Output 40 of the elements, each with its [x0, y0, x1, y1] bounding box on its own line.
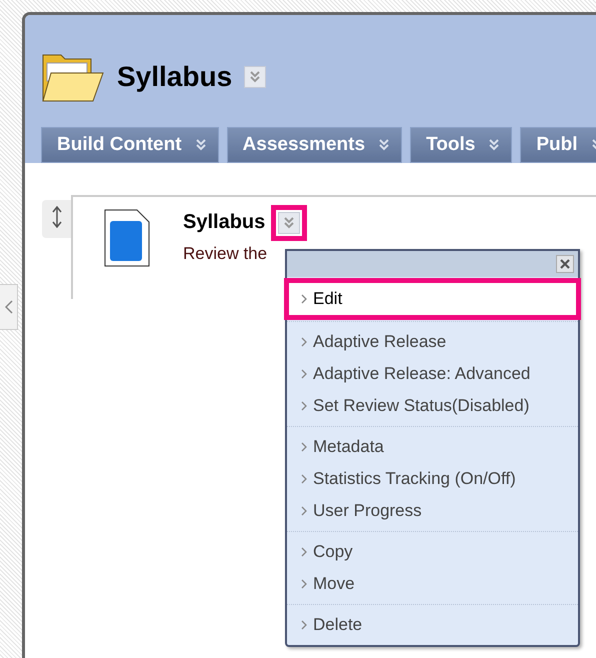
menu-item[interactable]: Adaptive Release: Advanced [295, 358, 570, 390]
toolbar-menu-button[interactable]: Build Content [41, 127, 219, 163]
chevron-right-icon [301, 337, 307, 347]
toolbar-menu-button[interactable]: Publ [520, 127, 596, 163]
title-menu-button[interactable] [244, 66, 266, 88]
menu-item[interactable]: Adaptive Release [295, 326, 570, 358]
chevron-left-icon [4, 300, 12, 314]
menu-item[interactable]: Edit [289, 283, 576, 315]
item-title[interactable]: Syllabus [183, 211, 266, 234]
item-menu-button[interactable] [278, 212, 300, 234]
menu-item[interactable]: Move [295, 568, 570, 600]
close-icon [559, 258, 571, 270]
menu-item[interactable]: Copy [295, 536, 570, 568]
chevron-right-icon [301, 442, 307, 452]
chevron-right-icon [301, 474, 307, 484]
collapse-tab[interactable] [0, 284, 18, 330]
toolbar-menu-button[interactable]: Assessments [226, 127, 402, 163]
chevron-right-icon [301, 547, 307, 557]
menu-item[interactable]: Delete [295, 609, 570, 641]
chevron-right-icon [301, 294, 307, 304]
menu-item[interactable]: Set Review Status(Disabled) [295, 390, 570, 422]
menu-item[interactable]: Statistics Tracking (On/Off) [295, 463, 570, 495]
toolbar-menu-button[interactable]: Tools [410, 127, 512, 163]
chevron-down-icon [196, 139, 206, 151]
chevron-right-icon [301, 506, 307, 516]
chevron-down-icon [489, 139, 500, 151]
chevron-right-icon [301, 369, 307, 379]
close-button[interactable] [556, 255, 574, 273]
menu-item[interactable]: Metadata [295, 431, 570, 463]
item-description: Review the [183, 244, 268, 264]
document-icon [104, 209, 150, 267]
chevron-down-icon [250, 71, 260, 83]
page-title: Syllabus [117, 61, 232, 93]
chevron-right-icon [301, 401, 307, 411]
chevron-down-icon [379, 139, 390, 151]
menu-item[interactable]: User Progress [295, 495, 570, 527]
chevron-down-icon [284, 216, 294, 228]
chevron-right-icon [301, 579, 307, 589]
drag-handle-icon[interactable] [52, 206, 62, 228]
chevron-right-icon [301, 620, 307, 630]
